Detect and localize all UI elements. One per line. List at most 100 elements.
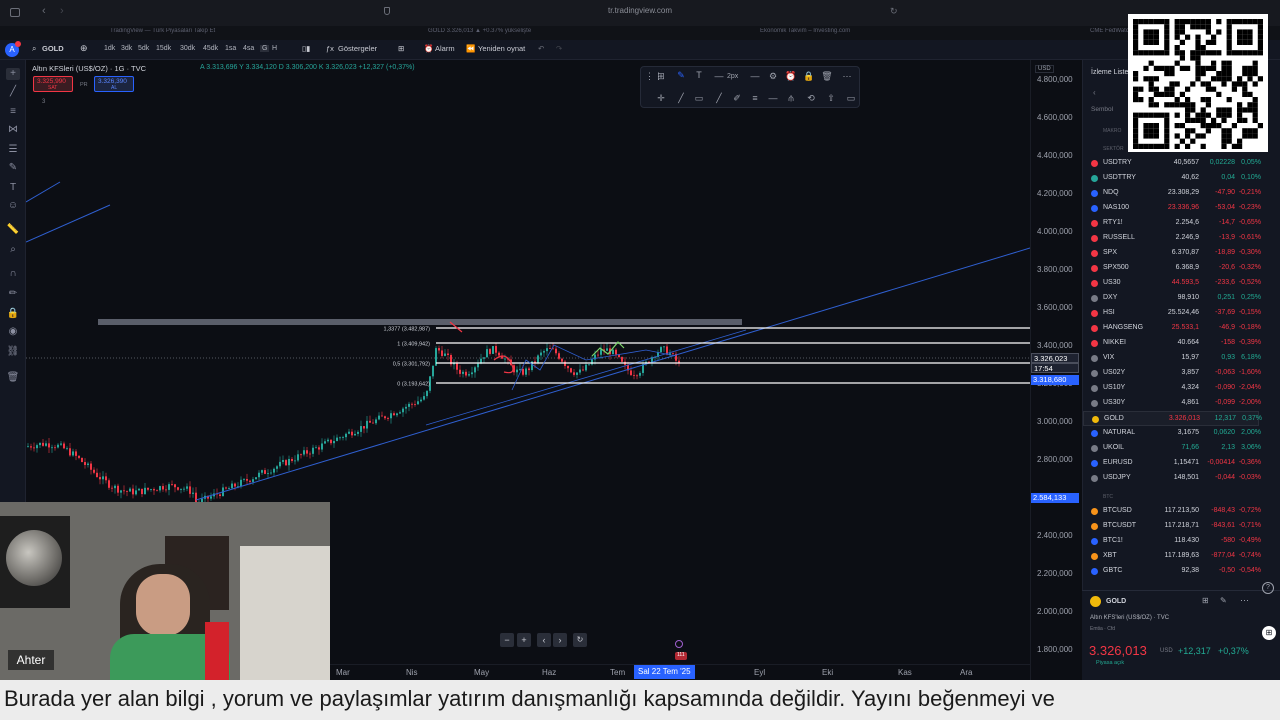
symbol-search[interactable]: GOLD	[42, 44, 64, 53]
timeframe-button[interactable]: 15dk	[156, 45, 171, 52]
drawing-mode-icon[interactable]: ✏	[6, 288, 20, 300]
watchlist-row[interactable]: GOLD 3.326,013 12,317 0,37%	[1083, 411, 1262, 426]
pen-color-icon[interactable]: ✎	[675, 70, 687, 81]
lock-icon[interactable]: 🔒	[6, 308, 20, 320]
shapes-icon[interactable]: ✎	[6, 162, 20, 174]
ruler-icon[interactable]: 📏	[6, 224, 20, 236]
line-width-value[interactable]: 2px	[727, 73, 738, 80]
replay-icon[interactable]: ⏪	[466, 44, 475, 53]
settings-icon[interactable]: ⚙	[767, 71, 779, 82]
timeframe-button[interactable]: 45dk	[203, 45, 218, 52]
watchlist-row[interactable]: BTCUSD 117.213,50 -848,43 -0,72%	[1083, 504, 1261, 519]
sell-button[interactable]: 3.325,990 SAT	[33, 76, 73, 92]
browser-tab[interactable]: GOLD 3.326,013 ▲ +0.37% yükselişte	[428, 28, 608, 39]
zoom-icon[interactable]: ⌕	[6, 244, 20, 256]
path-tool-icon[interactable]: ⟲	[805, 93, 817, 104]
callout-tool-icon[interactable]: ▭	[845, 93, 857, 104]
watchlist-row[interactable]: US30 44.593,5 -233,6 -0,52%	[1083, 276, 1261, 291]
crosshair-icon[interactable]: +	[6, 68, 20, 80]
forward-icon[interactable]: ›	[60, 5, 64, 17]
browser-tab[interactable]: CME FedWatch	[1090, 28, 1130, 39]
pattern-icon[interactable]: ⋈	[6, 124, 20, 136]
timeframe-button[interactable]: H	[272, 45, 277, 52]
events-badge[interactable]: 111	[675, 652, 687, 660]
candle-type-icon[interactable]: ▯▮	[302, 44, 310, 53]
watchlist-row[interactable]: US10Y 4,324 -0,090 -2,04%	[1083, 381, 1261, 396]
fib-tool-icon[interactable]: ≡	[749, 93, 761, 103]
redo-icon[interactable]: ↷	[556, 44, 562, 53]
watchlist-row[interactable]: USDTTRY 40,62 0,04 0,10%	[1083, 171, 1261, 186]
more-icon[interactable]: ⋯	[841, 71, 853, 82]
indicator-count[interactable]: 3	[42, 99, 45, 105]
watchlist-row[interactable]: GBTC 92,38 -0,50 -0,54%	[1083, 564, 1261, 579]
section-header[interactable]: MAKRO	[1103, 128, 1121, 134]
apps-icon[interactable]: ⊞	[1262, 626, 1276, 640]
alarm-button[interactable]: Alarm	[435, 44, 455, 53]
watchlist-row[interactable]: US02Y 3,857 -0,063 -1,60%	[1083, 366, 1261, 381]
watchlist-row[interactable]: NAS100 23.336,96 -53,04 -0,23%	[1083, 201, 1261, 216]
horizontal-line-icon[interactable]: —	[767, 93, 779, 103]
link-icon[interactable]: ⛓	[6, 346, 20, 358]
buy-button[interactable]: 3.326,390 AL	[94, 76, 134, 92]
watchlist-row[interactable]: XBT 117.189,63 -877,04 -0,74%	[1083, 549, 1261, 564]
compare-icon[interactable]: ⊕	[80, 43, 88, 54]
text-color-icon[interactable]: T	[693, 70, 705, 80]
watchlist-row[interactable]: RUSSELL 2.246,9 -13,9 -0,61%	[1083, 231, 1261, 246]
section-header[interactable]: BTC	[1103, 494, 1113, 500]
eye-icon[interactable]: ◉	[6, 326, 20, 338]
magnet-icon[interactable]: ∩	[6, 268, 20, 280]
trash-icon[interactable]: 🗑	[6, 372, 20, 384]
zoom-out-button[interactable]: −	[500, 633, 514, 647]
indicators-icon[interactable]: ƒx	[326, 44, 334, 53]
watchlist-row[interactable]: USDJPY 148,501 -0,044 -0,03%	[1083, 471, 1261, 486]
watchlist-row[interactable]: VIX 15,97 0,93 6,18%	[1083, 351, 1261, 366]
price-axis[interactable]: USD 4.800,000 4.600,000 4.400,000 4.200,000…	[1030, 60, 1080, 680]
watchlist-row[interactable]: USDTRY 40,5657 0,02228 0,05%	[1083, 156, 1261, 171]
crosshair-tool-icon[interactable]: ✛	[655, 93, 667, 104]
back-icon[interactable]: ‹	[42, 5, 46, 17]
watchlist-row[interactable]: EURUSD 1,15471 -0,00414 -0,36%	[1083, 456, 1261, 471]
lock-icon[interactable]: 🔒	[803, 71, 815, 82]
watchlist-row[interactable]: DXY 98,910 0,251 0,25%	[1083, 291, 1261, 306]
event-marker-icon[interactable]	[675, 640, 683, 648]
scroll-left-button[interactable]: ‹	[537, 633, 551, 647]
grid-icon[interactable]: ⊞	[1202, 596, 1209, 605]
watchlist-row[interactable]: NIKKEI 40.664 -158 -0,39%	[1083, 336, 1261, 351]
help-icon[interactable]: ?	[1262, 582, 1274, 594]
ray-tool-icon[interactable]: ╱	[713, 93, 725, 104]
trend-line-icon[interactable]: ╱	[6, 86, 20, 98]
watchlist-row[interactable]: RTY1! 2.254,6 -14,7 -0,65%	[1083, 216, 1261, 231]
timeframe-button[interactable]: 5dk	[138, 45, 149, 52]
watchlist-row[interactable]: NDQ 23.308,29 -47,90 -0,21%	[1083, 186, 1261, 201]
section-header[interactable]: SEKTÖR	[1103, 146, 1124, 152]
fib-retracement-icon[interactable]: ≡	[6, 106, 20, 118]
text-icon[interactable]: T	[6, 182, 20, 194]
watchlist-row[interactable]: HSI 25.524,46 -37,69 -0,15%	[1083, 306, 1261, 321]
rectangle-tool-icon[interactable]: ▭	[693, 93, 705, 104]
search-icon[interactable]: ⌕	[32, 44, 36, 54]
pitchfork-icon[interactable]: ⫛	[785, 93, 797, 104]
watchlist-row[interactable]: HANGSENG 25.533,1 -46,9 -0,18%	[1083, 321, 1261, 336]
line-width-icon[interactable]: —	[713, 71, 725, 81]
watchlist-row[interactable]: UKOIL 71,66 2,13 3,06%	[1083, 441, 1261, 456]
browser-tab[interactable]: TradingView — Türk Piyasaları Takip Et	[110, 28, 290, 39]
zoom-in-button[interactable]: +	[517, 633, 531, 647]
timeframe-button[interactable]: 1sa	[225, 45, 236, 52]
address-bar[interactable]: tr.tradingview.com	[560, 6, 720, 20]
timeframe-button[interactable]: 1dk	[104, 45, 115, 52]
emoji-icon[interactable]: ☺	[6, 200, 20, 212]
browser-tab[interactable]: Ekonomik Takvim – Investing.com	[760, 28, 940, 39]
watchlist-row[interactable]: BTCUSDT 117.218,71 -843,61 -0,71%	[1083, 519, 1261, 534]
undo-icon[interactable]: ↶	[538, 44, 544, 53]
detail-symbol[interactable]: GOLD	[1106, 598, 1126, 605]
line-style-icon[interactable]: —	[749, 71, 761, 81]
watchlist-row[interactable]: US30Y 4,861 -0,099 -2,00%	[1083, 396, 1261, 411]
arrow-tool-icon[interactable]: ⇧	[825, 93, 837, 104]
reload-icon[interactable]: ↻	[890, 6, 898, 17]
watchlist-row[interactable]: SPX 6.370,87 -18,89 -0,30%	[1083, 246, 1261, 261]
add-symbol-icon[interactable]: ‹	[1093, 88, 1096, 97]
alarm-icon[interactable]: ⏰	[424, 44, 433, 53]
indicators-button[interactable]: Göstergeler	[338, 44, 377, 53]
templates-icon[interactable]: ⊞	[398, 44, 404, 53]
trend-tool-icon[interactable]: ╱	[675, 93, 687, 104]
